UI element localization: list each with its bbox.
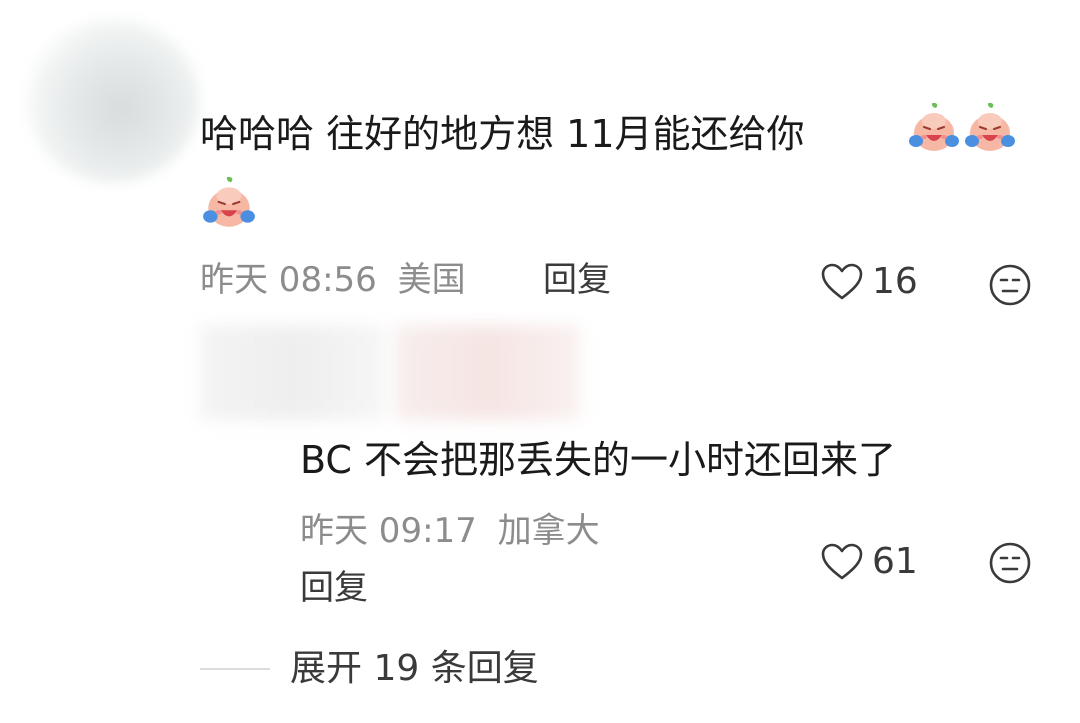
dislike-face-icon[interactable] xyxy=(987,540,1033,586)
comment-2-reply-button[interactable]: 回复 xyxy=(300,568,368,608)
comment-1-body: 哈哈哈 往好的地方想 11月能还给你 xyxy=(200,112,805,156)
comment-2-like-count: 61 xyxy=(872,541,918,582)
avatar-blurred[interactable] xyxy=(25,18,200,183)
crying-laughing-emoji xyxy=(909,102,959,151)
comment-2-location: 加拿大 xyxy=(497,511,600,551)
comment-2-text: BC 不会把那丢失的一小时还回来了 xyxy=(300,438,897,482)
reply-username-blurred[interactable] xyxy=(395,325,580,420)
expand-replies-button[interactable]: 展开 19 条回复 xyxy=(290,648,539,690)
crying-laughing-emoji xyxy=(203,176,255,227)
heart-icon xyxy=(821,263,863,300)
expand-divider xyxy=(200,668,270,670)
comment-2-like-button[interactable]: 61 xyxy=(820,542,918,582)
comment-2-meta: 昨天 09:17 加拿大 xyxy=(300,511,600,551)
comment-1-text: 哈哈哈 往好的地方想 11月能还给你 xyxy=(200,112,805,156)
comment-1-like-button[interactable]: 16 xyxy=(820,262,918,302)
reply-avatar-blurred[interactable] xyxy=(200,325,385,420)
crying-laughing-emoji xyxy=(965,102,1015,151)
comment-1-like-count: 16 xyxy=(872,261,918,302)
comment-1-location: 美国 xyxy=(397,260,466,300)
comment-1-time: 昨天 08:56 xyxy=(200,260,377,300)
heart-icon xyxy=(821,543,863,580)
dislike-face-icon[interactable] xyxy=(987,262,1033,308)
comment-1-meta: 昨天 08:56 美国 xyxy=(200,260,466,300)
comment-2-time: 昨天 09:17 xyxy=(300,511,477,551)
comment-1-reply-button[interactable]: 回复 xyxy=(543,260,611,300)
comment-thread: 哈哈哈 往好的地方想 11月能还给你 昨天 08:56 美国 回复 16 BC … xyxy=(0,0,1080,723)
